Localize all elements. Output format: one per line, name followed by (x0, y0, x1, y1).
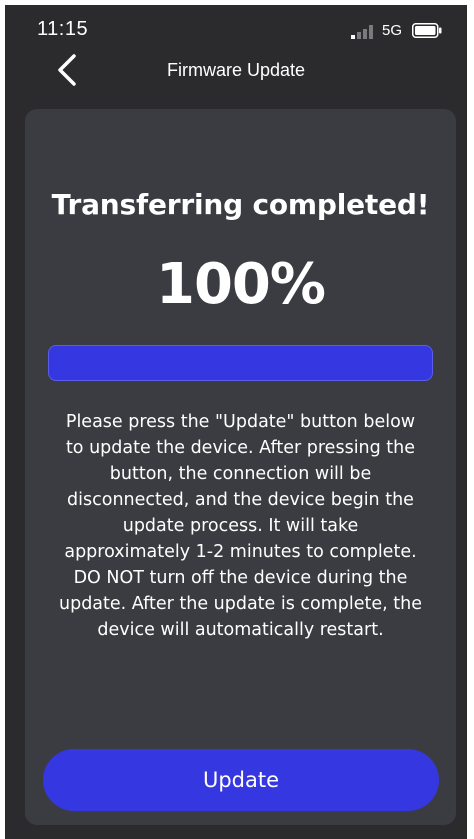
transfer-status-title: Transferring completed! (51, 188, 430, 221)
back-button[interactable] (49, 50, 85, 90)
signal-bars-icon (351, 25, 373, 39)
battery-icon (412, 23, 442, 38)
page-title: Firmware Update (166, 60, 306, 80)
network-type: 5G (382, 22, 403, 39)
update-card: Transferring completed! 100% Please pres… (25, 109, 456, 825)
progress-percent: 100% (155, 252, 326, 317)
status-time: 11:15 (37, 18, 89, 40)
progress-bar-fill (49, 346, 432, 380)
update-instructions: Please press the "Update" button below t… (59, 412, 423, 640)
status-bar: 11:15 5G (5, 5, 467, 49)
app-screen: 11:15 5G Firmware Update Transferring co… (5, 5, 467, 839)
update-button[interactable]: Update (43, 749, 439, 811)
progress-bar (48, 345, 433, 381)
chevron-left-icon (58, 54, 76, 86)
nav-bar: Firmware Update (5, 49, 467, 99)
